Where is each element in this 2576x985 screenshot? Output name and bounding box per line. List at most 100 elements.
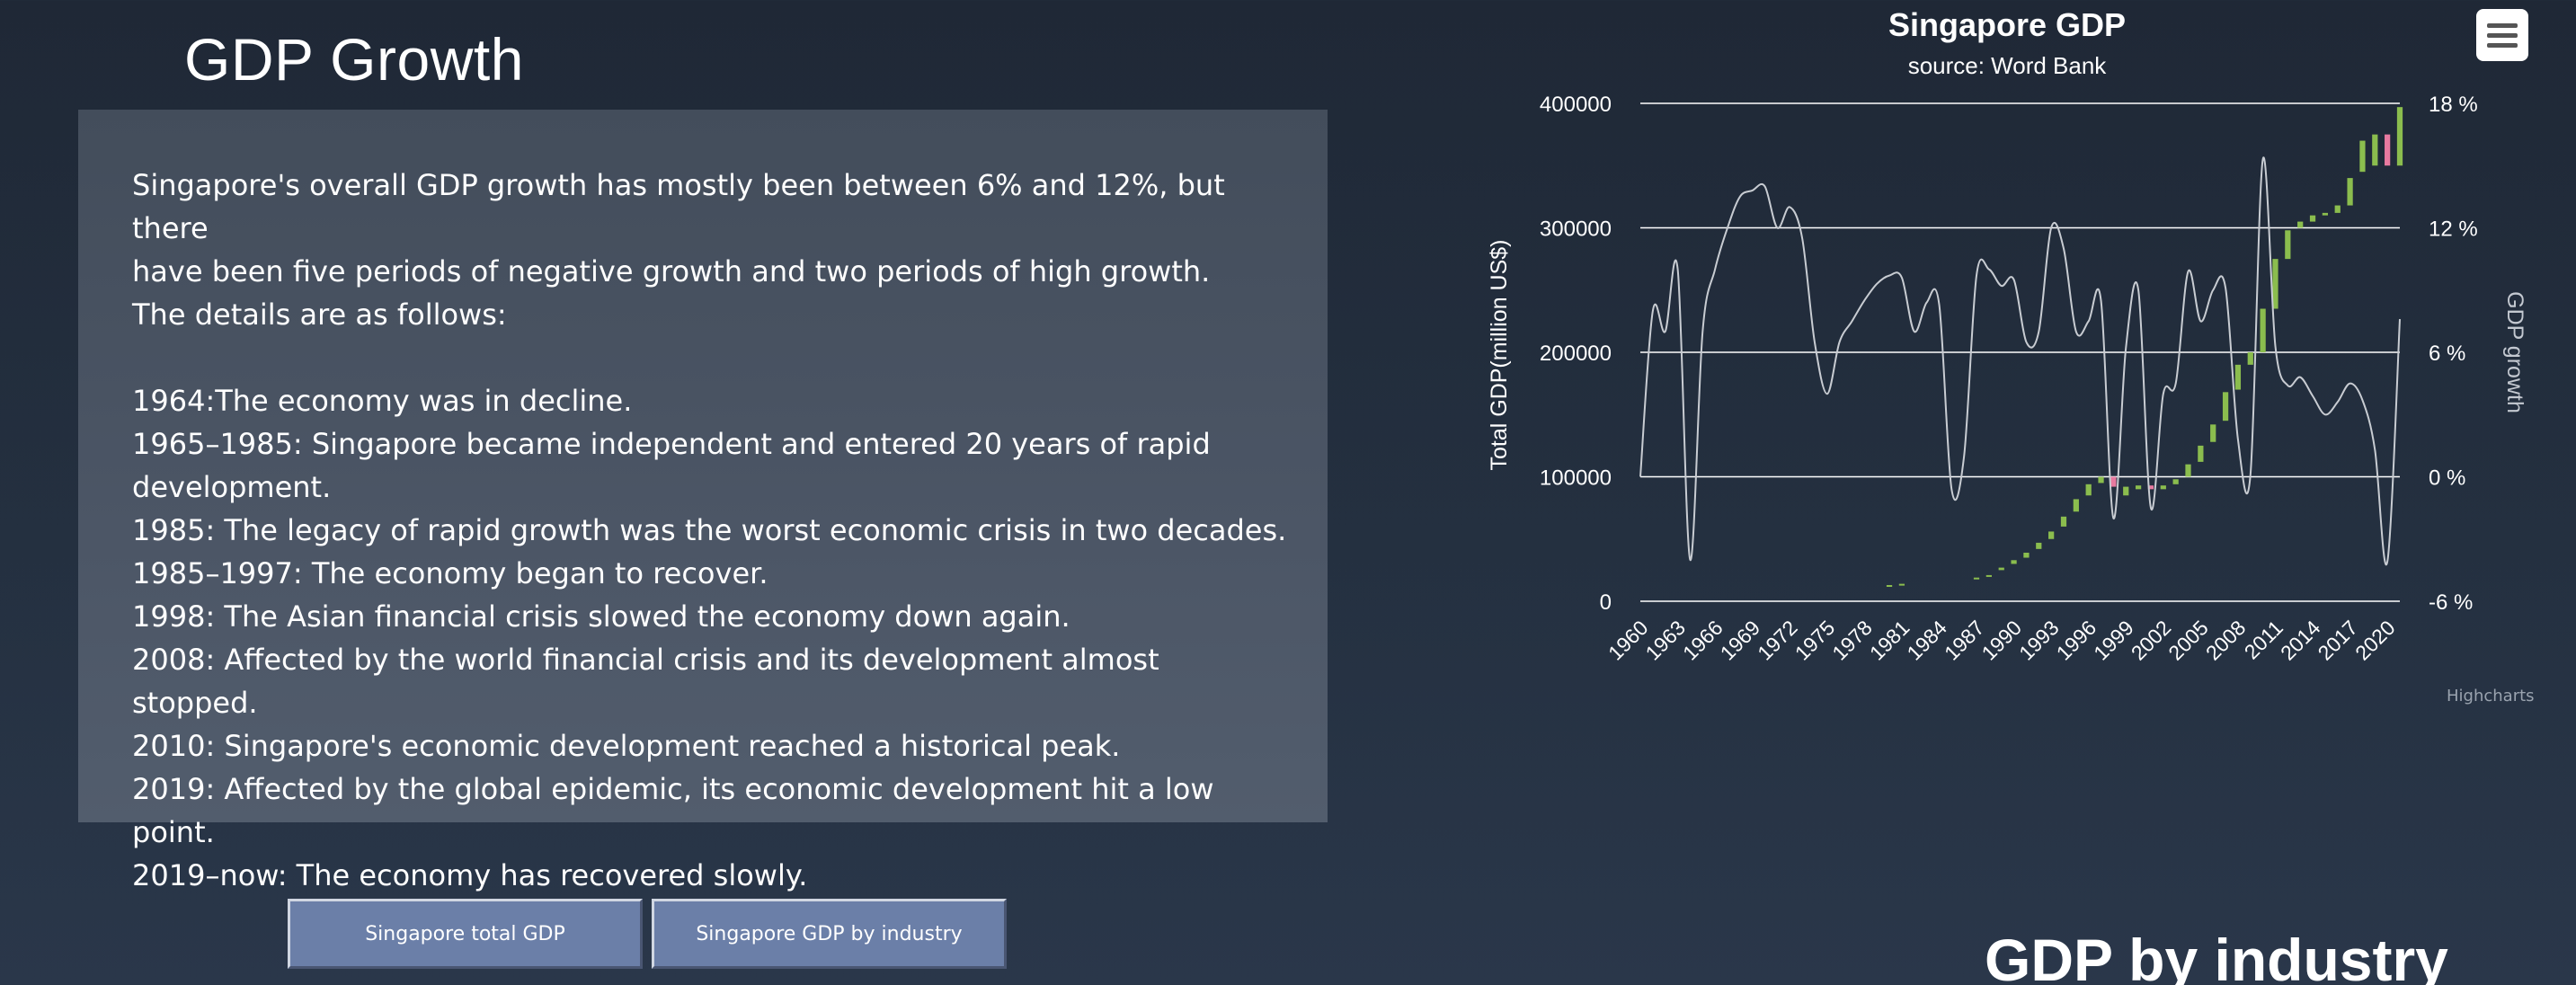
right-tick-label: 6 % [2429, 342, 2465, 366]
info-panel: Singapore's overall GDP growth has mostl… [78, 110, 1328, 892]
gdp-candle [1998, 567, 2004, 571]
gdp-candle [2396, 107, 2403, 166]
gdp-candle [2036, 542, 2042, 549]
growth-series-line [1639, 156, 2401, 566]
x-tick-label: 1969 [1716, 616, 1765, 665]
x-tick-label: 1963 [1641, 616, 1691, 665]
gdp-candle [2198, 445, 2204, 462]
gdp-candle [2123, 486, 2129, 496]
gdp-candle [2048, 531, 2055, 539]
gdp-candle [2011, 560, 2017, 564]
left-tick-label: 0 [1600, 590, 1612, 615]
gdp-candle [1886, 584, 1893, 587]
gdp-candle [2098, 476, 2104, 484]
right-axis-title: GDP growth [2502, 291, 2527, 413]
left-axis-ticks: 0 100000 200000 300000 400000 [1540, 93, 1612, 615]
intro-line: Singapore's overall GDP growth has mostl… [132, 168, 1225, 245]
left-tick-label: 200000 [1540, 342, 1612, 366]
gdp-candle [2085, 484, 2092, 496]
gdp-candle [2334, 205, 2341, 213]
detail-line: 1985–1997: The economy began to recover. [132, 556, 768, 590]
left-tick-label: 400000 [1540, 93, 1612, 117]
x-tick-label: 1984 [1902, 616, 1951, 665]
x-tick-label: 1990 [1977, 616, 2027, 665]
detail-line: 2019–now: The economy has recovered slow… [132, 858, 808, 892]
right-tick-label: 18 % [2429, 93, 2478, 117]
gdp-candle [2234, 364, 2242, 390]
x-tick-label: 1981 [1865, 616, 1914, 665]
gdp-candle [2185, 464, 2191, 477]
gdp-candles [1886, 107, 2403, 587]
detail-line: 1964:The economy was in decline. [132, 384, 633, 418]
right-tick-label: -6 % [2429, 590, 2473, 615]
gdp-candle [2385, 134, 2391, 166]
detail-line: 2019: Affected by the global epidemic, i… [132, 772, 1214, 849]
gdp-candle [2322, 212, 2329, 216]
detail-line: 1965–1985: Singapore became independent … [132, 427, 1211, 461]
gdp-candle [2222, 392, 2229, 422]
gdp-candle [2023, 552, 2030, 558]
chart-credits[interactable]: Highcharts [2447, 687, 2535, 705]
page-title: GDP Growth [184, 26, 524, 93]
x-tick-label: 2017 [2314, 616, 2363, 665]
intro-line: have been five periods of negative growt… [132, 254, 1211, 288]
gdp-candle [2260, 308, 2266, 352]
x-tick-label: 2008 [2201, 616, 2251, 665]
gdp-candle [2247, 352, 2253, 365]
x-tick-label: 1972 [1753, 616, 1802, 665]
x-tick-label: 1987 [1940, 616, 1989, 665]
gdp-chart-container: Singapore GDP source: Word Bank Total GD… [1474, 0, 2535, 719]
gdp-candle [2060, 516, 2067, 527]
gdp-candle [2359, 140, 2366, 173]
x-tick-label: 2005 [2163, 616, 2213, 665]
x-tick-label: 1975 [1790, 616, 1840, 665]
x-tick-label: 1996 [2052, 616, 2101, 665]
x-tick-label: 1966 [1678, 616, 1728, 665]
right-tick-label: 0 % [2429, 466, 2465, 491]
x-tick-label: 2014 [2276, 616, 2325, 665]
detail-line: 1998: The Asian financial crisis slowed … [132, 599, 1070, 634]
gdp-candle [1973, 577, 1980, 580]
gdp-chart: Singapore GDP source: Word Bank Total GD… [1487, 6, 2527, 665]
gdp-candle [2172, 479, 2179, 484]
hamburger-menu-icon[interactable] [2476, 9, 2528, 61]
chart-title: Singapore GDP [1888, 6, 2126, 43]
gdp-candle [2297, 221, 2304, 228]
x-tick-label: 1999 [2089, 616, 2138, 665]
chart-subtitle: source: Word Bank [1908, 52, 2108, 79]
x-tick-label: 1978 [1827, 616, 1877, 665]
singapore-gdp-by-industry-button[interactable]: Singapore GDP by industry [652, 899, 1007, 969]
detail-line: 1985: The legacy of rapid growth was the… [132, 513, 1287, 547]
x-tick-label: 1993 [2014, 616, 2064, 665]
section-title-gdp-by-industry: GDP by industry [1985, 927, 2448, 985]
right-tick-label: 12 % [2429, 217, 2478, 242]
singapore-total-gdp-button[interactable]: Singapore total GDP [288, 899, 643, 969]
gdp-candle [2372, 134, 2378, 166]
gdp-candle [1985, 574, 1992, 577]
info-text: Singapore's overall GDP growth has mostl… [132, 164, 1292, 897]
gdp-candle [1898, 583, 1905, 586]
gdp-candle [2347, 178, 2353, 206]
left-axis-title: Total GDP(million US$) [1487, 239, 1512, 470]
gdp-candle [2073, 499, 2079, 512]
x-axis-ticks: 1960196319661969197219751978198119841987… [1603, 616, 2400, 665]
gdp-candle [2285, 230, 2291, 260]
x-tick-label: 1960 [1603, 616, 1653, 665]
grid-layer [1640, 102, 2400, 602]
gdp-candle [2309, 215, 2316, 222]
right-axis-ticks: -6 % 0 % 6 % 12 % 18 % [2429, 93, 2478, 615]
left-tick-label: 300000 [1540, 217, 1612, 242]
intro-line: The details are as follows: [132, 297, 507, 332]
gdp-candle [2160, 485, 2166, 490]
gdp-candle [2272, 259, 2278, 309]
x-tick-label: 2002 [2127, 616, 2176, 665]
gdp-candle [2210, 424, 2216, 442]
x-tick-label: 2011 [2240, 616, 2287, 663]
x-tick-label: 2020 [2350, 616, 2400, 665]
detail-line: 2010: Singapore's economic development r… [132, 729, 1121, 763]
gdp-candle [2135, 485, 2142, 490]
detail-line: development. [132, 470, 332, 504]
detail-line: 2008: Affected by the world financial cr… [132, 643, 1159, 720]
gdp-candle [2110, 476, 2117, 487]
